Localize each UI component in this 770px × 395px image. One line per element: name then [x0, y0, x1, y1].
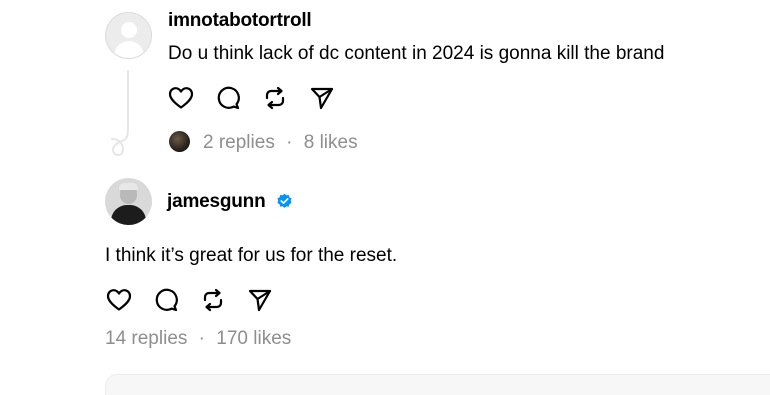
comment-icon[interactable] [151, 285, 181, 315]
profile-photo[interactable] [105, 178, 152, 225]
post-1-replies[interactable]: 2 replies [203, 132, 275, 153]
share-icon[interactable] [307, 83, 337, 113]
meta-separator: · [198, 328, 205, 349]
verified-badge-icon [277, 193, 292, 208]
repost-icon[interactable] [198, 285, 228, 315]
post-2-replies[interactable]: 14 replies [105, 328, 187, 349]
default-avatar-icon[interactable] [105, 12, 152, 59]
thread-line [127, 70, 129, 128]
post-2-username[interactable]: jamesgunn [167, 191, 266, 213]
post-1-likes[interactable]: 8 likes [304, 132, 358, 153]
post-2-likes[interactable]: 170 likes [216, 328, 291, 349]
repost-icon[interactable] [260, 83, 290, 113]
heart-icon[interactable] [166, 83, 196, 113]
comment-icon[interactable] [213, 83, 243, 113]
post-2-text: I think it’s great for us for the reset. [105, 245, 398, 266]
share-icon[interactable] [245, 285, 275, 315]
meta-separator: · [286, 132, 293, 153]
reply-avatar[interactable] [169, 131, 190, 152]
post-2-meta: 14 replies · 170 likes [105, 328, 291, 350]
thread-curl-icon [111, 125, 129, 157]
heart-icon[interactable] [104, 285, 134, 315]
post-1-meta: 2 replies · 8 likes [203, 132, 358, 154]
post-1-username[interactable]: imnotabotortroll [168, 10, 312, 32]
post-1-text: Do u think lack of dc content in 2024 is… [168, 43, 665, 64]
